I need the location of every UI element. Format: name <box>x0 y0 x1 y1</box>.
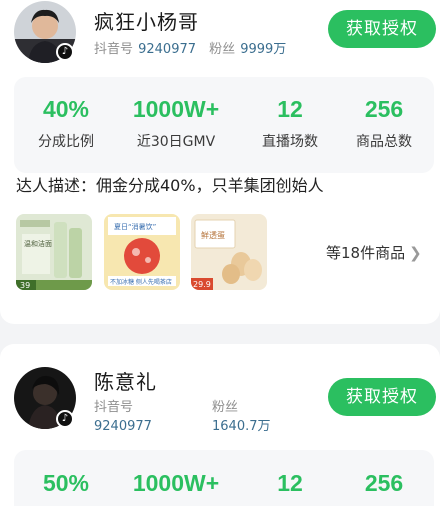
stat-label: 分成比例 <box>38 134 94 150</box>
influencer-card-2[interactable]: ♪ 陈意礼 抖音号 9240977 粉丝 1640.7万 获取授权 50% 10… <box>0 344 440 506</box>
stat-total-products: 256 <box>324 470 440 497</box>
influencer-card-1[interactable]: ♪ 疯狂小杨哥 抖音号 9240977 粉丝 9999万 获取授权 40% 分成… <box>0 0 440 324</box>
product-thumbnail-3[interactable]: 鲜透蛋 29.9 <box>191 214 267 290</box>
stat-gmv-30d: 1000W+ <box>116 470 236 497</box>
douyin-id-label: 抖音号 <box>94 42 134 57</box>
drink-product-thumb: 夏日“消暑饮” 不加冰糖 侧人先喝茶店 <box>104 214 180 290</box>
fans-value: 9999万 <box>240 42 287 57</box>
stat-gmv-30d: 1000W+ 近30日GMV <box>116 96 236 151</box>
influencer-meta: 抖音号 9240977 粉丝 9999万 <box>94 38 286 57</box>
fans-value-block: 1640.7万 <box>212 415 271 434</box>
product-title: 鲜透蛋 <box>201 230 225 240</box>
product-price: 39 <box>20 281 30 290</box>
skincare-product-thumb: 39 温和洁面 <box>16 214 92 290</box>
douyin-id-value-block: 9240977 <box>94 415 152 434</box>
stat-label: 近30日GMV <box>136 134 216 150</box>
douyin-id-value: 9240977 <box>94 419 152 434</box>
influencer-description: 达人描述：佣金分成40%，只羊集团创始人 <box>16 176 324 195</box>
influencer-name: 疯狂小杨哥 <box>94 10 199 34</box>
influencer-name: 陈意礼 <box>94 370 157 394</box>
more-products-label: 等18件商品 <box>326 244 406 262</box>
egg-product-thumb: 鲜透蛋 29.9 <box>191 214 267 290</box>
stat-value: 50% <box>42 470 90 496</box>
douyin-id-value: 9240977 <box>138 42 197 57</box>
chevron-right-icon: ❯ <box>409 244 422 262</box>
product-thumbnail-1[interactable]: 39 温和洁面 <box>16 214 92 290</box>
get-authorization-button[interactable]: 获取授权 <box>328 378 436 416</box>
more-products-link[interactable]: 等18件商品 ❯ <box>326 242 422 263</box>
stat-total-products: 256 商品总数 <box>324 96 440 151</box>
product-thumbnail-2[interactable]: 夏日“消暑饮” 不加冰糖 侧人先喝茶店 <box>104 214 180 290</box>
fans-label: 粉丝 <box>212 400 239 415</box>
douyin-logo-icon: ♪ <box>56 43 74 61</box>
stat-value: 1000W+ <box>132 470 220 496</box>
product-price: 29.9 <box>193 280 211 289</box>
product-bottom-text: 不加冰糖 侧人先喝茶店 <box>110 278 172 286</box>
stats-panel: 40% 分成比例 1000W+ 近30日GMV 12 直播场数 256 商品总数 <box>14 77 434 173</box>
douyin-id-label: 抖音号 <box>94 400 134 415</box>
douyin-id-block: 抖音号 <box>94 396 133 415</box>
stat-value: 256 <box>364 96 404 122</box>
fans-block: 粉丝 <box>212 396 238 415</box>
stat-value: 1000W+ <box>132 96 220 122</box>
fans-value: 1640.7万 <box>212 419 271 434</box>
product-top-text: 夏日“消暑饮” <box>114 222 156 231</box>
douyin-logo-icon: ♪ <box>56 410 74 428</box>
get-authorization-button[interactable]: 获取授权 <box>328 10 436 48</box>
stat-value: 40% <box>42 96 90 122</box>
stat-label: 商品总数 <box>356 134 412 150</box>
fans-label: 粉丝 <box>209 42 236 57</box>
stat-value: 256 <box>364 470 404 496</box>
product-tag: 温和洁面 <box>24 239 52 248</box>
stat-commission-rate: 40% 分成比例 <box>6 96 126 151</box>
stat-commission-rate: 50% <box>6 470 126 497</box>
stats-panel: 50% 1000W+ 12 256 <box>14 450 434 506</box>
